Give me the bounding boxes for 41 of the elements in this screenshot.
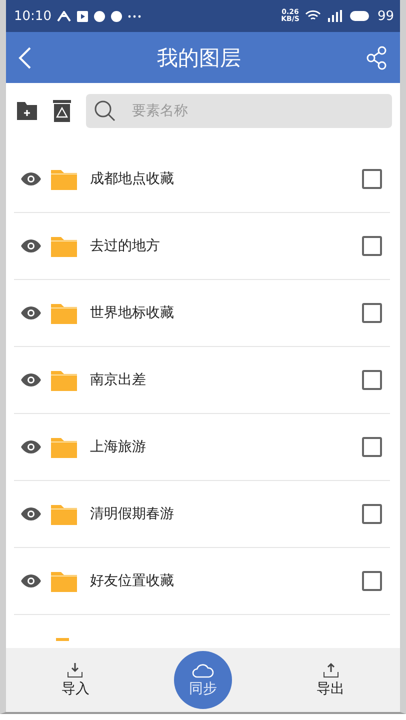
checkbox[interactable]	[362, 370, 382, 390]
clock: 10:10	[14, 8, 52, 24]
layer-name: 好友位置收藏	[90, 572, 175, 590]
layer-name: 世界地标收藏	[90, 304, 175, 322]
share-button[interactable]	[366, 46, 388, 70]
delete-button[interactable]	[52, 99, 72, 123]
back-button[interactable]	[18, 46, 32, 68]
checkbox[interactable]	[362, 303, 382, 323]
export-button[interactable]: 导出	[290, 651, 371, 709]
battery-icon	[349, 10, 372, 22]
eye-icon[interactable]	[20, 440, 42, 454]
search-icon	[94, 100, 116, 122]
sync-button[interactable]: 同步	[174, 651, 232, 709]
eye-icon[interactable]	[20, 373, 42, 387]
wifi-icon	[305, 10, 322, 22]
checkbox[interactable]	[362, 169, 382, 189]
download-icon	[67, 662, 84, 678]
eye-icon[interactable]	[20, 172, 42, 186]
layer-name: 南京出差	[90, 371, 147, 389]
battery-level: 99	[377, 8, 394, 24]
page-title: 我的图层	[157, 44, 241, 72]
search-field[interactable]: 要素名称	[86, 94, 392, 128]
signal-icon	[327, 10, 344, 22]
more-icon	[128, 14, 142, 18]
eye-icon[interactable]	[20, 574, 42, 588]
play-icon	[77, 10, 88, 22]
checkbox[interactable]	[362, 571, 382, 591]
eye-icon[interactable]	[20, 507, 42, 521]
layer-name: 清明假期春游	[90, 505, 175, 523]
checkbox[interactable]	[362, 236, 382, 256]
eye-icon[interactable]	[20, 239, 42, 253]
layer-name: 成都地点收藏	[90, 170, 175, 188]
import-button[interactable]: 导入	[35, 651, 116, 709]
new-folder-button[interactable]	[16, 101, 38, 121]
cloud-icon	[192, 662, 214, 678]
layer-name: 去过的地方	[90, 237, 161, 255]
upload-icon	[322, 662, 339, 678]
checkbox[interactable]	[362, 437, 382, 457]
checkbox[interactable]	[362, 504, 382, 524]
layer-name: 上海旅游	[90, 438, 147, 456]
eye-icon[interactable]	[20, 306, 42, 320]
